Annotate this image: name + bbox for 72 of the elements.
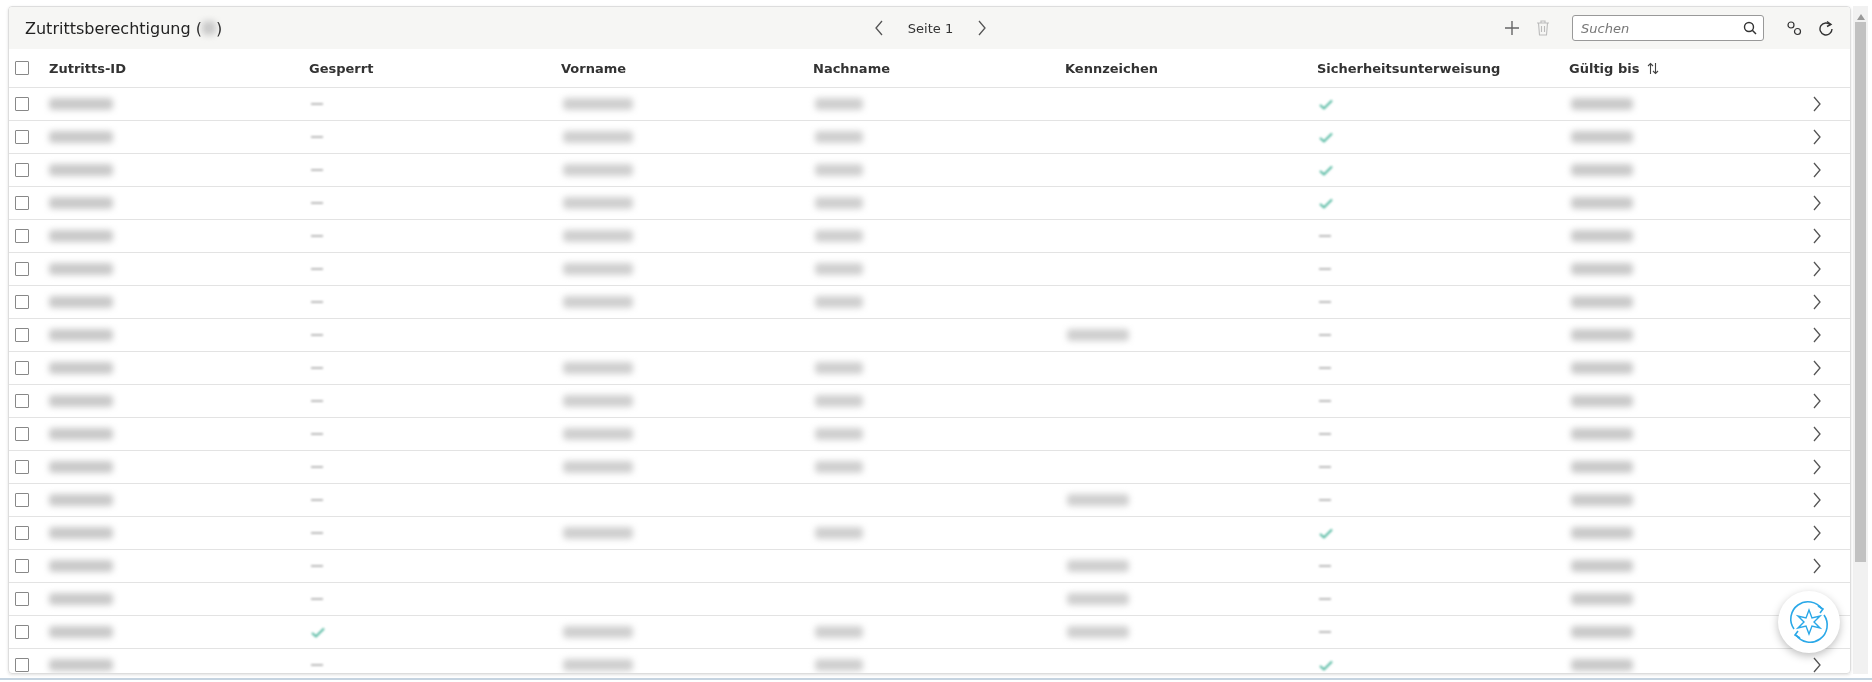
row-checkbox[interactable] [15, 625, 29, 639]
blurred-text [49, 230, 113, 242]
add-button[interactable] [1502, 18, 1522, 38]
blurred-text [49, 659, 113, 671]
blurred-text [1571, 263, 1633, 275]
blurred-text [1571, 560, 1633, 572]
row-checkbox[interactable] [15, 130, 29, 144]
blurred-text [1571, 395, 1633, 407]
blurred-text [1571, 659, 1633, 671]
column-header[interactable]: Vorname [561, 60, 627, 76]
blurred-text [1571, 362, 1633, 374]
blurred-text [49, 494, 113, 506]
row-checkbox[interactable] [15, 592, 29, 606]
column-header[interactable]: Sicherheitsunterweisung [1317, 60, 1501, 76]
blurred-text [1571, 197, 1633, 209]
blurred-text [1571, 131, 1633, 143]
row-checkbox[interactable] [15, 559, 29, 573]
row-checkbox[interactable] [15, 427, 29, 441]
row-checkbox[interactable] [15, 658, 29, 672]
delete-button[interactable] [1534, 18, 1552, 38]
blurred-text [49, 98, 113, 110]
blurred-text [1571, 626, 1633, 638]
row-checkbox[interactable] [15, 196, 29, 210]
scrollbar[interactable] [1853, 6, 1868, 674]
panel-title: Zutrittsberechtigung ( ) [25, 18, 224, 38]
blurred-text [1571, 296, 1633, 308]
row-checkbox[interactable] [15, 493, 29, 507]
column-header[interactable]: Nachname [813, 60, 890, 76]
blurred-text [49, 263, 113, 275]
settings-button[interactable] [1784, 18, 1804, 38]
blurred-text [49, 296, 113, 308]
column-header[interactable]: Zutritts-ID [49, 60, 126, 76]
column-header[interactable]: Kennzeichen [1065, 60, 1159, 76]
row-checkbox[interactable] [15, 361, 29, 375]
blurred-text [49, 131, 113, 143]
row-checkbox[interactable] [15, 163, 29, 177]
blurred-text [49, 164, 113, 176]
blurred-text [1571, 593, 1633, 605]
blurred-text [49, 626, 113, 638]
blurred-text [1571, 461, 1633, 473]
row-checkbox[interactable] [15, 97, 29, 111]
refresh-button[interactable] [1816, 18, 1836, 38]
search-icon [1743, 21, 1757, 35]
column-header[interactable]: Gesperrt [309, 60, 374, 76]
search-field[interactable]: Suchen [1572, 15, 1764, 41]
blurred-text [1571, 230, 1633, 242]
blurred-text [49, 428, 113, 440]
scroll-up-arrow-icon[interactable] [1856, 14, 1865, 20]
blurred-text [49, 560, 113, 572]
row-checkbox[interactable] [15, 460, 29, 474]
blurred-text [49, 527, 113, 539]
row-checkbox[interactable] [15, 262, 29, 276]
blurred-text [49, 395, 113, 407]
row-checkbox[interactable] [15, 295, 29, 309]
select-all-checkbox[interactable] [15, 61, 29, 75]
blurred-text [49, 362, 113, 374]
blurred-text [49, 461, 113, 473]
blurred-text [1571, 494, 1633, 506]
page-label: Seite 1 [907, 20, 954, 36]
row-checkbox[interactable] [15, 394, 29, 408]
column-header[interactable]: Gültig bis [1569, 60, 1660, 76]
row-checkbox[interactable] [15, 229, 29, 243]
blurred-text [49, 329, 113, 341]
row-checkbox[interactable] [15, 526, 29, 540]
blurred-text [1571, 527, 1633, 539]
blurred-text [49, 197, 113, 209]
blurred-text [49, 593, 113, 605]
blurred-text [1571, 329, 1633, 341]
blurred-text [1571, 98, 1633, 110]
blurred-text [1571, 428, 1633, 440]
row-checkbox[interactable] [15, 328, 29, 342]
blurred-text [1571, 164, 1633, 176]
